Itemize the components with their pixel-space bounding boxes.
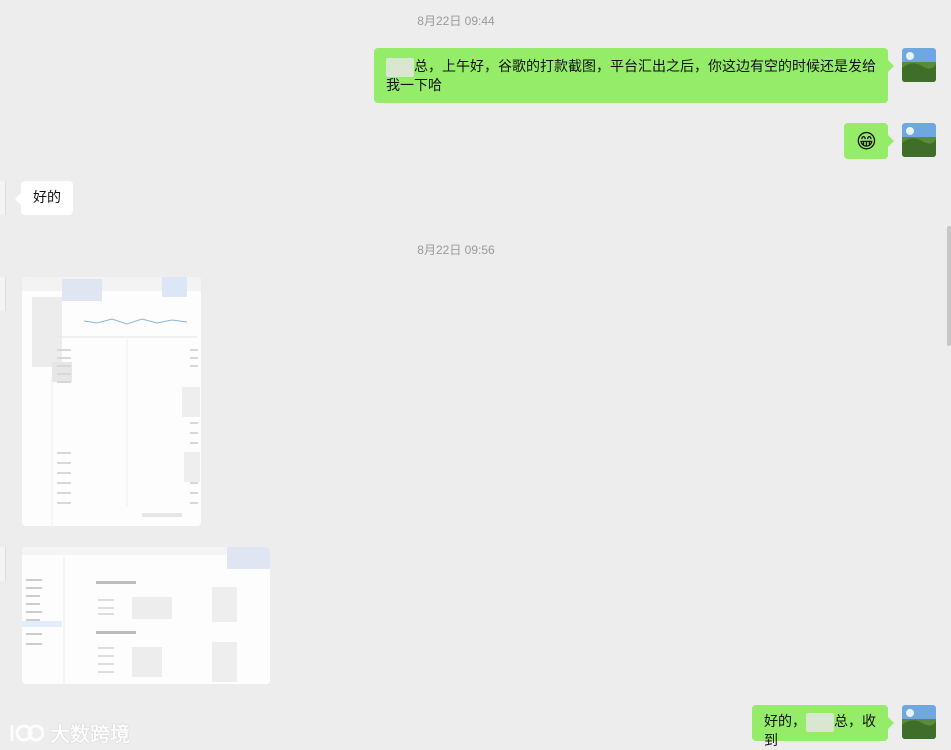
timestamp: 8月22日 09:44	[417, 14, 495, 28]
watermark-logo-icon	[10, 724, 44, 741]
contact-avatar[interactable]	[0, 277, 6, 311]
redacted-name: 某某	[386, 58, 414, 77]
contact-avatar[interactable]	[0, 181, 6, 215]
chat-scrollbar[interactable]	[947, 226, 951, 346]
my-avatar[interactable]	[902, 48, 936, 82]
sent-message-bubble[interactable]: 好的，某某总，收到	[752, 705, 888, 749]
grinning-emoji-icon: 😁	[856, 129, 877, 153]
bubble-tail	[888, 717, 894, 729]
received-message-bubble[interactable]: 好的	[21, 181, 73, 215]
message-text: 好的，	[764, 714, 806, 730]
message-text: 总，上午好，谷歌的打款截图，平台汇出之后，你这边有空的时候还是发给我一下哈	[386, 59, 876, 94]
sent-message-bubble[interactable]: 某某总，上午好，谷歌的打款截图，平台汇出之后，你这边有空的时候还是发给我一下哈	[374, 48, 888, 103]
timestamp: 8月22日 09:56	[417, 243, 495, 257]
my-avatar[interactable]	[902, 705, 936, 739]
watermark-text: 大数跨境	[50, 722, 130, 746]
redacted-name: 某某	[806, 713, 834, 732]
message-text: 好的	[33, 190, 61, 206]
bubble-tail	[888, 60, 894, 72]
watermark: 大数跨境	[8, 718, 130, 747]
my-avatar[interactable]	[902, 123, 936, 157]
received-image-payment-records[interactable]	[22, 547, 270, 684]
bubble-tail	[888, 135, 894, 147]
contact-avatar[interactable]	[0, 547, 6, 581]
received-image-payment-screenshot[interactable]	[22, 277, 201, 526]
sent-emoji-bubble[interactable]: 😁	[844, 123, 888, 159]
